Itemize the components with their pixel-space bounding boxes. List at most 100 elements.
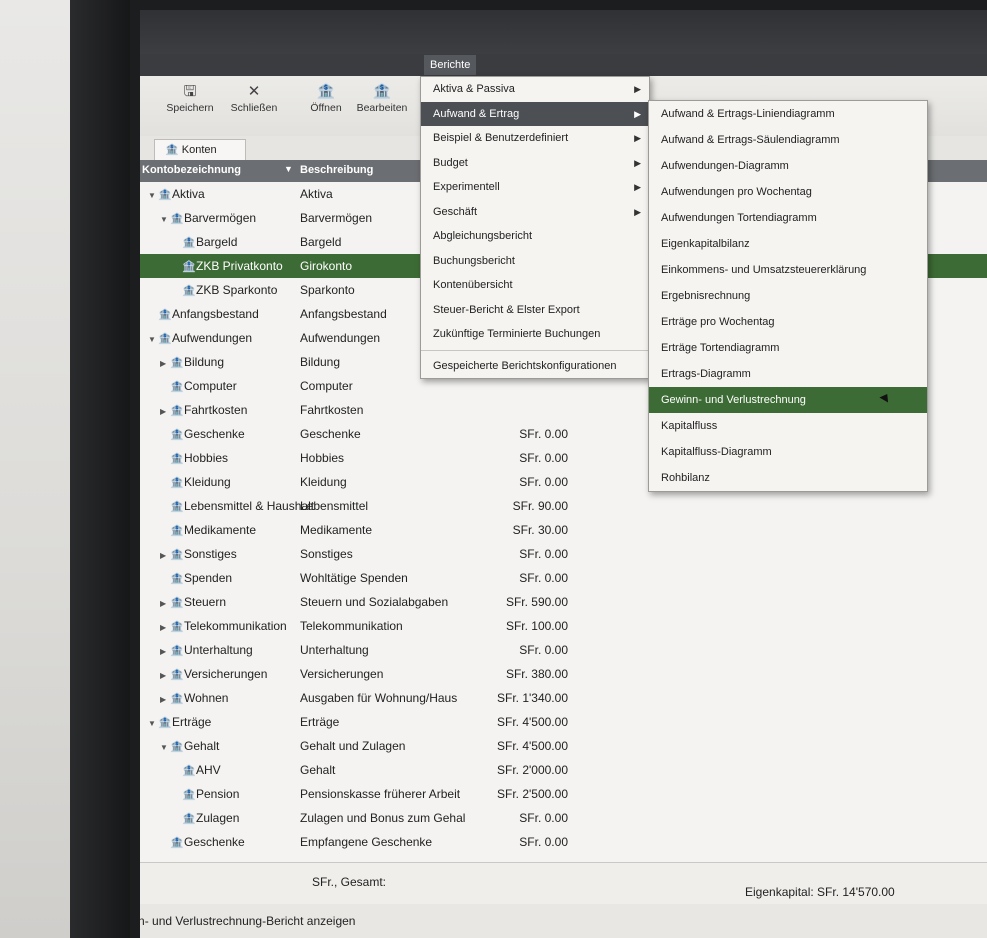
berichte-menu-item[interactable]: Gespeicherte Berichtskonfigurationen: [421, 354, 649, 379]
account-name-cell: ▶ 🏦Unterhaltung: [160, 638, 253, 664]
account-name: Fahrtkosten: [184, 403, 248, 417]
save-button[interactable]: 🖫 Speichern: [154, 82, 226, 114]
berichte-menu-item[interactable]: Geschäft ▶: [421, 200, 649, 225]
expander-icon[interactable]: ▶: [160, 352, 170, 376]
submenu-item[interactable]: Eigenkapitalbilanz: [649, 231, 927, 257]
berichte-menu-item[interactable]: Beispiel & Benutzerdefiniert ▶: [421, 126, 649, 151]
submenu-item[interactable]: Erträge Tortendiagramm: [649, 335, 927, 361]
account-row[interactable]: 🏦Geschenke Empfangene Geschenke SFr. 0.00: [140, 830, 987, 854]
account-row[interactable]: ▼ 🏦Gehalt Gehalt und Zulagen SFr. 4'500.00: [140, 734, 987, 758]
expander-icon[interactable]: ▶: [160, 616, 170, 640]
berichte-menu-item[interactable]: Zukünftige Terminierte Buchungen: [421, 322, 649, 347]
menu-item-label: Geschäft: [433, 205, 478, 218]
account-row[interactable]: ▼ 🏦Erträge Erträge SFr. 4'500.00: [140, 710, 987, 734]
bank-icon: 🏦: [165, 144, 182, 156]
berichte-menu-item[interactable]: Experimentell ▶: [421, 175, 649, 200]
summary-label: SFr., Gesamt:: [312, 875, 387, 889]
account-description: Geschenke: [300, 427, 361, 441]
account-row[interactable]: ▶ 🏦Telekommunikation Telekommunikation SFr.…: [140, 614, 987, 638]
account-name-cell: 🏦Spenden: [160, 566, 232, 591]
account-total: SFr. 30.00: [512, 523, 568, 537]
account-row[interactable]: 🏦AHV Gehalt SFr. 2'000.00: [140, 758, 987, 782]
account-description: Aufwendungen: [300, 331, 381, 345]
submenu-item[interactable]: Rohbilanz: [649, 465, 927, 491]
account-row[interactable]: 🏦Lebensmittel & Haushalt Lebensmittel SFr.…: [140, 494, 987, 518]
account-total: SFr. 0.00: [519, 835, 568, 849]
submenu-item[interactable]: Ertrags-Diagramm: [649, 361, 927, 387]
expander-icon[interactable]: ▶: [160, 544, 170, 568]
account-row[interactable]: ▶ 🏦Sonstiges Sonstiges SFr. 0.00: [140, 542, 987, 566]
aufwand-ertrag-submenu: Aufwand & Ertrags-Liniendiagramm Aufwand …: [648, 100, 928, 492]
account-icon: 🏦: [170, 741, 184, 753]
expander-icon[interactable]: ▶: [160, 664, 170, 688]
submenu-item[interactable]: Kapitalfluss-Diagramm: [649, 439, 927, 465]
account-icon: 🏦: [182, 237, 196, 249]
expander-icon[interactable]: ▶: [160, 592, 170, 616]
account-row[interactable]: ▶ 🏦Steuern Steuern und Sozialabgaben SFr. 5…: [140, 590, 987, 614]
account-icon: 🏦: [170, 477, 184, 489]
column-description[interactable]: Beschreibung: [300, 164, 373, 176]
account-icon: 🏦: [170, 429, 184, 441]
submenu-item[interactable]: Ergebnisrechnung: [649, 283, 927, 309]
account-name: Anfangsbestand: [172, 307, 259, 321]
berichte-menu-item[interactable]: Aktiva & Passiva ▶: [421, 77, 649, 102]
berichte-menu-item[interactable]: Aufwand & Ertrag ▶: [421, 101, 649, 126]
submenu-arrow-icon: ▶: [634, 206, 641, 217]
submenu-item[interactable]: Aufwand & Ertrags-Säulendiagramm: [649, 127, 927, 153]
account-description: Telekommunikation: [300, 619, 403, 633]
account-description: Sonstiges: [300, 547, 353, 561]
account-name-cell: 🏦AHV: [172, 758, 221, 783]
account-name-cell: 🏦ZKB Sparkonto: [172, 278, 277, 303]
expander-icon[interactable]: ▼: [148, 328, 158, 352]
account-row[interactable]: 🏦Spenden Wohltätige Spenden SFr. 0.00: [140, 566, 987, 590]
menu-berichte[interactable]: Berichte: [424, 55, 477, 75]
berichte-menu-item[interactable]: Steuer-Bericht & Elster Export: [421, 298, 649, 323]
account-name: Geschenke: [184, 835, 245, 849]
berichte-menu-item[interactable]: Budget ▶: [421, 151, 649, 176]
expander-icon[interactable]: ▼: [148, 184, 158, 208]
berichte-menu-item[interactable]: Kontenübersicht: [421, 273, 649, 298]
account-description: Gehalt und Zulagen: [300, 739, 406, 753]
account-description: Hobbies: [300, 451, 345, 465]
submenu-item[interactable]: Kapitalfluss: [649, 413, 927, 439]
account-name: Aktiva: [172, 187, 205, 201]
account-row[interactable]: ▶ 🏦Unterhaltung Unterhaltung SFr. 0.00: [140, 638, 987, 662]
submenu-item[interactable]: Einkommens- und Umsatzsteuererklärung: [649, 257, 927, 283]
close-button[interactable]: ✕ Schließen: [218, 82, 290, 114]
sort-arrow-icon[interactable]: ▼: [284, 164, 293, 174]
berichte-menu-item[interactable]: Buchungsbericht: [421, 249, 649, 274]
account-row[interactable]: 🏦Zulagen Zulagen und Bonus zum Gehal SFr. …: [140, 806, 987, 830]
account-row[interactable]: 🏦Medikamente Medikamente SFr. 30.00: [140, 518, 987, 542]
expander-icon[interactable]: ▼: [148, 712, 158, 736]
submenu-item[interactable]: Aufwand & Ertrags-Liniendiagramm: [649, 101, 927, 127]
account-description: Bildung: [300, 355, 341, 369]
edit-button[interactable]: 🏦 Bearbeiten: [352, 82, 412, 114]
tab-konten[interactable]: 🏦 Konten: [154, 139, 246, 160]
menu-item-label: Experimentell: [433, 181, 500, 193]
menu-item-label: Buchungsbericht: [433, 254, 515, 267]
submenu-item[interactable]: Aufwendungen-Diagramm: [649, 153, 927, 179]
account-icon: 🏦: [182, 789, 196, 801]
account-name: Pension: [196, 787, 240, 801]
expander-icon[interactable]: ▶: [160, 640, 170, 664]
account-row[interactable]: 🏦Pension Pensionskasse früherer Arbeit SFr…: [140, 782, 987, 806]
submenu-item[interactable]: Erträge pro Wochentag: [649, 309, 927, 335]
account-name: Hobbies: [184, 451, 229, 465]
account-name-cell: ▼ 🏦Barvermögen: [160, 206, 256, 232]
status-text: Gewinn- und Verlustrechnung-Bericht anze…: [140, 914, 356, 928]
submenu-item[interactable]: Aufwendungen Tortendiagramm: [649, 205, 927, 231]
expander-icon[interactable]: ▶: [160, 400, 170, 424]
account-row[interactable]: ▶ 🏦Versicherungen Versicherungen SFr. 380.0…: [140, 662, 987, 686]
column-account-name[interactable]: Kontobezeichnung: [142, 164, 241, 176]
account-icon: 🏦: [170, 381, 184, 393]
account-icon: 🏦: [170, 621, 184, 633]
expander-icon[interactable]: ▼: [160, 736, 170, 760]
menu-item-label: Zukünftige Terminierte Buchungen: [433, 328, 601, 340]
account-row[interactable]: ▶ 🏦Wohnen Ausgaben für Wohnung/Haus SFr. 1'…: [140, 686, 987, 710]
expander-icon[interactable]: ▼: [160, 208, 170, 232]
account-description: Versicherungen: [300, 667, 384, 681]
submenu-arrow-icon: ▶: [634, 182, 641, 192]
expander-icon[interactable]: ▶: [160, 688, 170, 712]
submenu-item[interactable]: Aufwendungen pro Wochentag: [649, 179, 927, 205]
berichte-menu-item[interactable]: Abgleichungsbericht: [421, 224, 649, 249]
